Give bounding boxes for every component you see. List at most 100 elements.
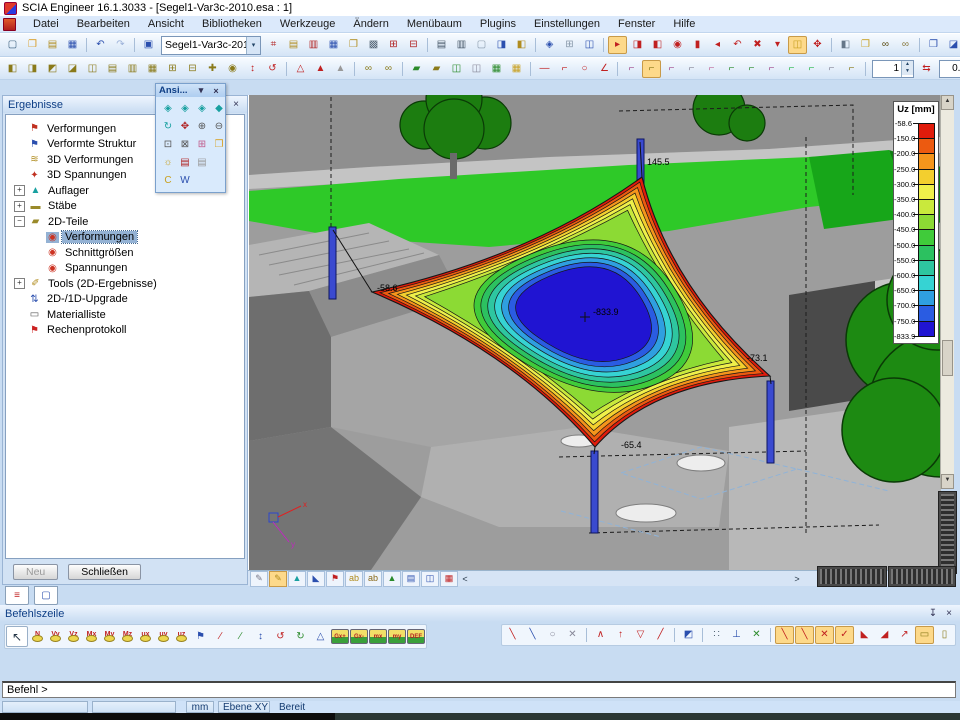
show-moments-icon[interactable]: ▥	[123, 60, 142, 78]
draw-line-red-icon[interactable]: —	[535, 60, 554, 78]
project-window-icon[interactable]: ▣	[139, 36, 158, 54]
move-node-icon[interactable]: ╲	[775, 626, 794, 644]
snap-settings-icon[interactable]: ✕	[747, 626, 766, 644]
properties-tab-icon[interactable]: ▢	[34, 586, 58, 605]
result-flag-icon[interactable]: ⚑	[191, 628, 210, 646]
expand-icon[interactable]: +	[14, 185, 25, 196]
step-snap-icon[interactable]: ⇆	[917, 60, 936, 78]
render-transparent-icon[interactable]: ▲	[331, 60, 350, 78]
load-panel-icon[interactable]: ▤	[402, 571, 420, 587]
edge-support-9-icon[interactable]: ⌐	[782, 60, 801, 78]
coordinates-icon[interactable]: ▯	[935, 626, 954, 644]
clipboard-w-icon[interactable]: W	[176, 172, 194, 189]
pencil-wire-icon[interactable]: ✎	[250, 571, 268, 587]
mesh-view-icon[interactable]: ▲	[383, 571, 401, 587]
table-results-icon[interactable]: ⊞	[384, 36, 403, 54]
window-paste-icon[interactable]: ◪	[944, 36, 960, 54]
rotate-ccw-icon[interactable]: ↺	[271, 628, 290, 646]
viewport-vscrollbar[interactable]: ▲ ▼	[940, 95, 954, 489]
delete-node-icon[interactable]: ✕	[815, 626, 834, 644]
draw-angle-icon[interactable]: ∠	[595, 60, 614, 78]
save-icon[interactable]: ▦	[63, 36, 82, 54]
tree-item-spannungen[interactable]: ◉Spannungen	[6, 261, 244, 277]
draw-circle-red-icon[interactable]: ○	[575, 60, 594, 78]
center-selection-icon[interactable]: ✥	[808, 36, 827, 54]
window-copy-icon[interactable]: ❐	[924, 36, 943, 54]
view-x-icon[interactable]: ◈	[159, 100, 177, 117]
edge-support-1-icon[interactable]: ⌐	[622, 60, 641, 78]
tree-item-tools-2d-ergebnisse[interactable]: +✐Tools (2D-Ergebnisse)	[6, 276, 244, 292]
document-icon[interactable]: ▢	[472, 36, 491, 54]
deselect-icon[interactable]: ◂	[708, 36, 727, 54]
draw-rect-icon[interactable]: ⌐	[555, 60, 574, 78]
status-unit[interactable]: mm	[186, 701, 214, 713]
insert-node-icon[interactable]: ╲	[795, 626, 814, 644]
section-grid-icon[interactable]: ▦	[440, 571, 458, 587]
print-view2-icon[interactable]: ▤	[193, 154, 211, 171]
activity-layers-icon[interactable]: ▰	[407, 60, 426, 78]
select-add-icon[interactable]: ◧	[648, 36, 667, 54]
menu-plugins[interactable]: Plugins	[471, 17, 525, 31]
render-solid-icon[interactable]: ▲	[311, 60, 330, 78]
line-grid-icon[interactable]: ⊥	[727, 626, 746, 644]
bend-icon[interactable]: ◣	[855, 626, 874, 644]
tree-item-stabe[interactable]: +▬Stäbe	[6, 199, 244, 215]
show-loads-icon[interactable]: ◫	[83, 60, 102, 78]
undo-selection-icon[interactable]: ↶	[728, 36, 747, 54]
snap-endpoint-icon[interactable]: ∧	[591, 626, 610, 644]
result-gx-minus-icon[interactable]: Gx-	[350, 629, 368, 644]
activity-selection-icon[interactable]: ▰	[427, 60, 446, 78]
search-off-icon[interactable]: ∞	[896, 36, 915, 54]
print-view-icon[interactable]: ▤	[176, 154, 194, 171]
regenerate-icon[interactable]: ↺	[263, 60, 282, 78]
status-plane[interactable]: Ebene XY	[218, 701, 270, 713]
clear-selection-icon[interactable]: ✖	[748, 36, 767, 54]
select-window-icon[interactable]: ◩	[679, 626, 698, 644]
result-vz-icon[interactable]: Vz	[65, 629, 82, 645]
ansicht-toolbar-header[interactable]: Ansi... ▾ ×	[156, 84, 225, 97]
stress-minus-icon[interactable]: ∕	[231, 628, 250, 646]
labels-abc2-icon[interactable]: ab	[364, 571, 382, 587]
result-my-icon[interactable]: My	[101, 629, 118, 645]
scroll-down-icon[interactable]: ▼	[941, 474, 954, 489]
project-folder-icon[interactable]: ❐	[856, 36, 875, 54]
menu-ansicht[interactable]: Ansicht	[139, 17, 193, 31]
show-supports-icon[interactable]: ◪	[63, 60, 82, 78]
document-calc-icon[interactable]: ◨	[492, 36, 511, 54]
view-y-icon[interactable]: ◈	[176, 100, 194, 117]
show-supports-small-icon[interactable]: ▲	[288, 571, 306, 587]
close-icon[interactable]: ×	[210, 86, 222, 96]
results-tree-tab-icon[interactable]: ≡	[5, 586, 29, 605]
redo-icon[interactable]: ↷	[111, 36, 130, 54]
edge-support-10-icon[interactable]: ⌐	[802, 60, 821, 78]
undo-icon[interactable]: ↶	[91, 36, 110, 54]
chamfer-icon[interactable]: ◢	[875, 626, 894, 644]
scroll-track[interactable]	[941, 110, 954, 474]
select-strip-icon[interactable]: ▮	[688, 36, 707, 54]
result-vy-icon[interactable]: Vy	[47, 629, 64, 645]
info-icon[interactable]: ◫	[580, 36, 599, 54]
pin-icon[interactable]: ↧	[927, 608, 939, 619]
tree-item-2d-1d-upgrade[interactable]: ⇅2D-/1D-Upgrade	[6, 292, 244, 308]
labels-abc-icon[interactable]: ab	[345, 571, 363, 587]
integration-icon[interactable]: △	[311, 628, 330, 646]
show-dimensions-icon[interactable]: ▦	[143, 60, 162, 78]
quick-search2-icon[interactable]: ∞	[379, 60, 398, 78]
chevron-down-icon[interactable]: ▾	[246, 37, 260, 54]
render-photo-icon[interactable]: ◈	[540, 36, 559, 54]
activity-invert-icon[interactable]: ▦	[487, 60, 506, 78]
select-cursor-icon[interactable]: ↖	[6, 626, 28, 647]
engineering-report-icon[interactable]: ▥	[304, 36, 323, 54]
result-mx-icon[interactable]: Mx	[83, 629, 100, 645]
view-folder-icon[interactable]: ❐	[210, 136, 228, 153]
refresh-icon[interactable]: ↕	[243, 60, 262, 78]
pan-widget-1[interactable]	[818, 567, 886, 586]
snap-step-spinner[interactable]: 1 ▲▼	[872, 60, 914, 78]
divide-icon[interactable]: ↗	[895, 626, 914, 644]
scroll-right-button[interactable]: >	[790, 574, 804, 584]
3d-viewport[interactable]: x y 145.5-58.6-833.9-73.1-65.4 Uz [mm] -…	[248, 95, 941, 570]
view-z-icon[interactable]: ◈	[193, 100, 211, 117]
results-diagram-icon[interactable]: ◣	[307, 571, 325, 587]
result-uz-icon[interactable]: uz	[173, 629, 190, 645]
show-load-labels-icon[interactable]: ▤	[103, 60, 122, 78]
